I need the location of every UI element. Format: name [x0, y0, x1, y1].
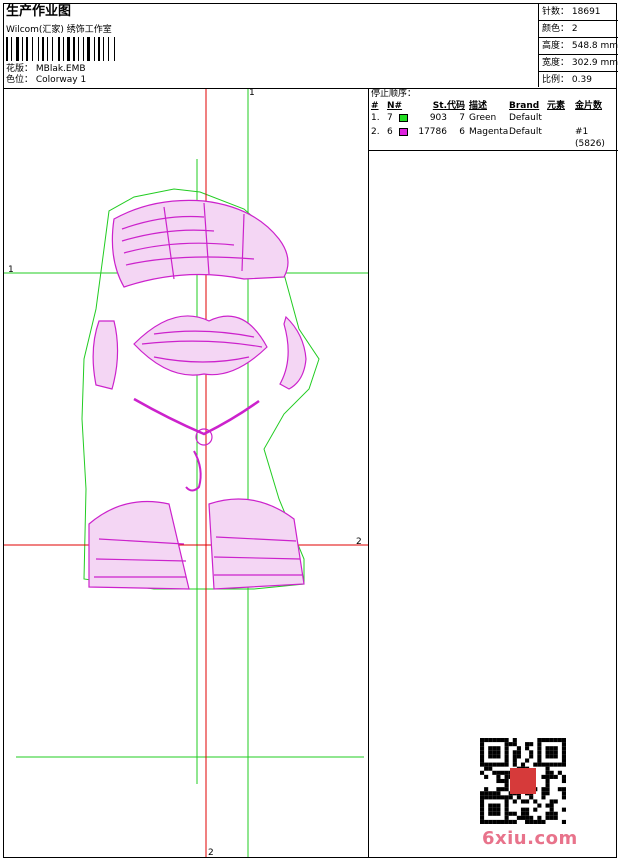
- guide-marker-left: 1: [8, 265, 14, 275]
- table-row[interactable]: 1. 7 903 7 Green Default: [369, 112, 618, 126]
- stop-sequence-title: 停止顺序：: [371, 89, 417, 99]
- col-element: 元素: [547, 101, 566, 111]
- colorway-label: 色位：: [6, 75, 34, 85]
- color-swatch-magenta: [399, 128, 408, 136]
- table-header-row: # N# St. 代码 描述 Brand 元素 金片数: [369, 100, 618, 112]
- guide-marker-bottom: 2: [208, 848, 214, 857]
- stat-colors: 颜色： 2: [539, 21, 618, 38]
- design-stats: 针数： 18691 颜色： 2 高度： 548.8 mm 宽度： 302.9 m…: [538, 4, 618, 87]
- design-canvas[interactable]: 1 1 2 2: [4, 89, 368, 857]
- design-file-line: 花版： MBlak.EMB: [6, 64, 538, 75]
- col-swatch: [399, 100, 413, 112]
- stat-stitches: 针数： 18691: [539, 4, 618, 21]
- design-file-name: MBlak.EMB: [35, 64, 86, 74]
- col-needle: N#: [387, 101, 403, 111]
- col-brand: Brand: [509, 101, 540, 111]
- qr-code: [480, 738, 566, 824]
- table-divider: [369, 150, 618, 151]
- table-row[interactable]: 2. 6 17786 6 Magenta Default #1 (5826): [369, 126, 618, 150]
- col-code: 代码: [447, 101, 466, 111]
- barcode: [6, 37, 115, 61]
- color-swatch-green: [399, 114, 408, 122]
- software-label: Wilcom(汇家) 绣饰工作室: [6, 25, 112, 35]
- watermark: 6xiu.com: [482, 828, 578, 849]
- col-index: #: [371, 101, 379, 111]
- seal-stamp-icon: [510, 768, 536, 794]
- guide-marker-right: 2: [356, 537, 362, 547]
- guide-marker-top: 1: [249, 89, 255, 98]
- embroidery-preview: 1 1 2 2: [4, 89, 368, 857]
- col-sequin: 金片数: [575, 101, 603, 111]
- col-stitches: St.: [432, 101, 447, 111]
- col-description: 描述: [469, 101, 488, 111]
- header-info: 生产作业图 Wilcom(汇家) 绣饰工作室 花版： MBlak.EMB 色位：…: [6, 4, 538, 86]
- page-title: 生产作业图: [6, 4, 72, 19]
- colorway-line: 色位： Colorway 1: [6, 75, 538, 86]
- stat-height: 高度： 548.8 mm: [539, 38, 618, 55]
- stat-scale: 比例： 0.39: [542, 75, 592, 85]
- colorway-name: Colorway 1: [35, 75, 87, 85]
- stat-width: 宽度： 302.9 mm: [539, 55, 618, 72]
- design-label: 花版：: [6, 64, 34, 74]
